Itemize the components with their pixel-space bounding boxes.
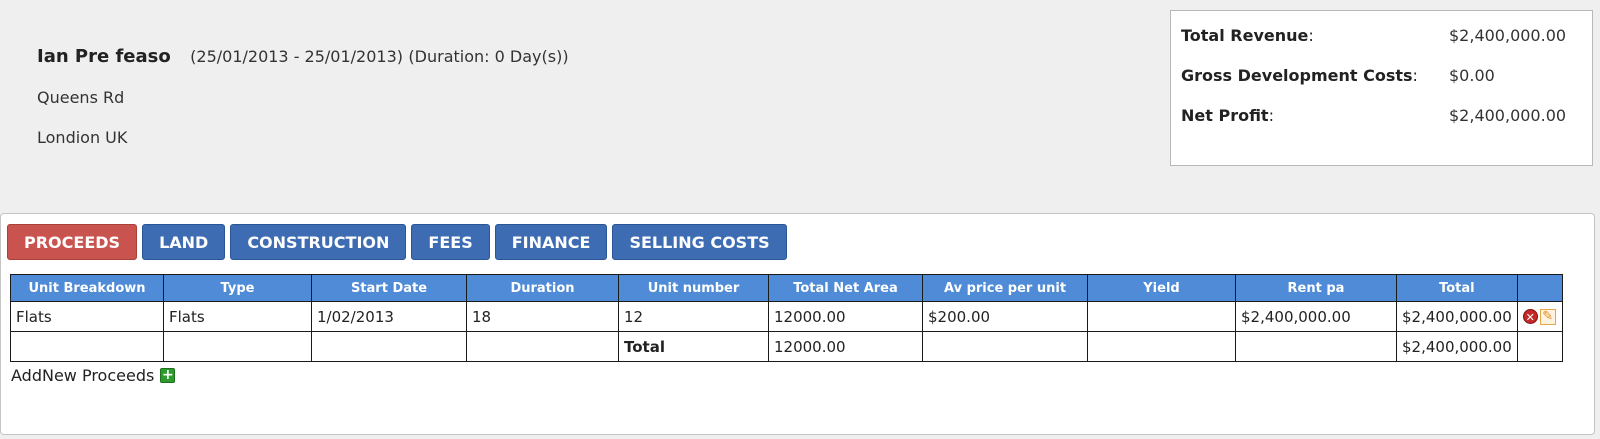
total-cell-2 xyxy=(311,331,467,362)
financial-summary: Total Revenue: $2,400,000.00 Gross Devel… xyxy=(1170,10,1593,166)
cell-total: $2,400,000.00 xyxy=(1396,301,1518,332)
total-label: Total xyxy=(618,331,769,362)
gdc-value: $0.00 xyxy=(1449,66,1495,85)
cell-start-date: 1/02/2013 xyxy=(311,301,467,332)
col-start-date: Start Date xyxy=(311,274,467,302)
table-row: Flats Flats 1/02/2013 18 12 12000.00 $20… xyxy=(10,301,1563,332)
edit-icon[interactable]: ✎ xyxy=(1539,308,1556,325)
row-actions: ✕ ✎ xyxy=(1522,308,1557,325)
col-type: Type xyxy=(163,274,312,302)
tab-construction[interactable]: CONSTRUCTION xyxy=(230,224,407,260)
cell-av-price: $200.00 xyxy=(922,301,1088,332)
net-profit-row: Net Profit: $2,400,000.00 xyxy=(1181,105,1582,145)
gdc-row: Gross Development Costs: $0.00 xyxy=(1181,65,1582,105)
col-yield: Yield xyxy=(1087,274,1236,302)
delete-icon[interactable]: ✕ xyxy=(1522,309,1538,324)
tab-bar: PROCEEDS LAND CONSTRUCTION FEES FINANCE … xyxy=(7,224,792,260)
col-av-price: Av price per unit xyxy=(922,274,1088,302)
total-cell-8 xyxy=(1235,331,1397,362)
total-value: $2,400,000.00 xyxy=(1396,331,1518,362)
table-header-row: Unit Breakdown Type Start Date Duration … xyxy=(10,274,1563,302)
total-cell-7 xyxy=(1087,331,1236,362)
net-profit-value: $2,400,000.00 xyxy=(1449,106,1567,125)
cell-rent-pa: $2,400,000.00 xyxy=(1235,301,1397,332)
col-duration: Duration xyxy=(466,274,619,302)
add-new-proceeds[interactable]: AddNew Proceeds + xyxy=(11,366,176,385)
address-line-2: Londion UK xyxy=(37,128,128,147)
col-total: Total xyxy=(1396,274,1518,302)
tab-fees[interactable]: FEES xyxy=(411,224,490,260)
project-address: Queens Rd Londion UK xyxy=(37,85,569,150)
cell-yield xyxy=(1087,301,1236,332)
cell-duration: 18 xyxy=(466,301,619,332)
cell-unit-breakdown: Flats xyxy=(10,301,164,332)
cell-unit-number: 12 xyxy=(618,301,769,332)
col-rent-pa: Rent pa xyxy=(1235,274,1397,302)
total-cell-0 xyxy=(10,331,164,362)
net-profit-label: Net Profit xyxy=(1181,106,1269,125)
total-revenue-row: Total Revenue: $2,400,000.00 xyxy=(1181,25,1582,65)
total-net-area: 12000.00 xyxy=(768,331,923,362)
project-title-line: Ian Pre feaso (25/01/2013 - 25/01/2013) … xyxy=(37,44,569,70)
total-cell-1 xyxy=(163,331,312,362)
total-cell-3 xyxy=(466,331,619,362)
total-cell-10 xyxy=(1516,331,1563,362)
project-duration: (Duration: 0 Day(s)) xyxy=(408,47,569,66)
proceeds-panel: PROCEEDS LAND CONSTRUCTION FEES FINANCE … xyxy=(0,213,1595,435)
total-cell-6 xyxy=(922,331,1088,362)
cell-total-net-area: 12000.00 xyxy=(768,301,923,332)
plus-icon[interactable]: + xyxy=(160,368,176,383)
col-actions xyxy=(1516,274,1563,302)
address-line-1: Queens Rd xyxy=(37,88,125,107)
tab-land[interactable]: LAND xyxy=(142,224,226,260)
project-header: Ian Pre feaso (25/01/2013 - 25/01/2013) … xyxy=(37,44,569,165)
project-name: Ian Pre feaso xyxy=(37,46,171,67)
project-dates: (25/01/2013 - 25/01/2013) xyxy=(190,47,404,66)
table-total-row: Total 12000.00 $2,400,000.00 xyxy=(10,331,1563,362)
proceeds-table: Unit Breakdown Type Start Date Duration … xyxy=(10,274,1563,362)
tab-selling-costs[interactable]: SELLING COSTS xyxy=(612,224,787,260)
gdc-label: Gross Development Costs xyxy=(1181,66,1413,85)
cell-actions: ✕ ✎ xyxy=(1516,301,1563,332)
tab-proceeds[interactable]: PROCEEDS xyxy=(7,224,138,260)
col-unit-breakdown: Unit Breakdown xyxy=(10,274,164,302)
total-revenue-label: Total Revenue xyxy=(1181,26,1309,45)
add-new-label[interactable]: AddNew Proceeds xyxy=(11,366,154,385)
col-total-net-area: Total Net Area xyxy=(768,274,923,302)
col-unit-number: Unit number xyxy=(618,274,769,302)
cell-type: Flats xyxy=(163,301,312,332)
tab-finance[interactable]: FINANCE xyxy=(494,224,608,260)
total-revenue-value: $2,400,000.00 xyxy=(1449,26,1567,45)
